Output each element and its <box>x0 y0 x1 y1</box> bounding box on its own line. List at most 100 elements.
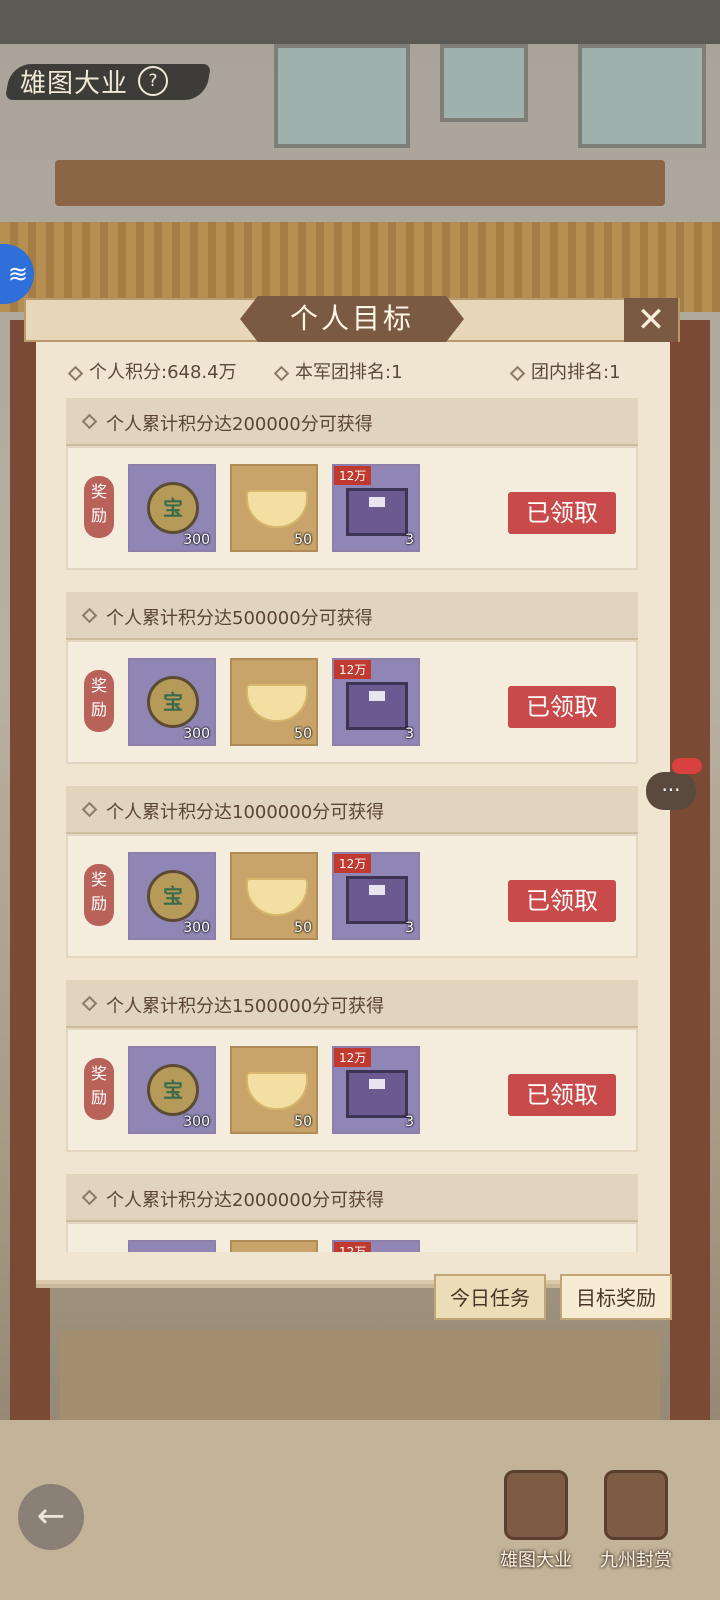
close-button[interactable]: ✕ <box>624 298 678 342</box>
chest-icon <box>346 1070 408 1118</box>
claimed-button[interactable]: 已领取 <box>508 492 616 534</box>
task-label: 个人累计积分达1500000分可获得 <box>106 996 385 1017</box>
notification-dot <box>672 758 702 774</box>
item-badge: 12万 <box>334 660 372 679</box>
task-header: 个人累计积分达500000分可获得 <box>66 592 638 640</box>
army-rank-text: 本军团排名:1 <box>295 362 403 383</box>
diamond-icon <box>67 365 84 381</box>
chest-icon <box>346 682 408 730</box>
reward-item[interactable]: 50 <box>230 852 318 940</box>
back-button[interactable]: ← <box>18 1484 84 1550</box>
nav-jiuzhou[interactable]: 九州封赏 <box>590 1470 682 1580</box>
task-body: 奖励宝 300 50 12万 3 已领取 <box>66 1028 638 1152</box>
diamond-icon <box>81 995 98 1012</box>
task-header: 个人累计积分达1500000分可获得 <box>66 980 638 1028</box>
task-row: 个人累计积分达1000000分可获得 奖励宝 300 50 12万 3 已领取 <box>66 786 638 960</box>
item-count: 50 <box>294 726 312 742</box>
task-row: 个人累计积分达2000000分可获得奖励宝12万 <box>66 1174 638 1252</box>
book-icon <box>504 1470 568 1540</box>
task-label: 个人累计积分达1000000分可获得 <box>106 802 385 823</box>
nav-xiongtu[interactable]: 雄图大业 <box>490 1470 582 1580</box>
page-title: 雄图大业 <box>20 68 129 99</box>
item-count: 3 <box>405 920 414 936</box>
reward-item[interactable]: 12万 3 <box>332 1046 420 1134</box>
chest-icon <box>346 488 408 536</box>
reward-item[interactable]: 12万 3 <box>332 658 420 746</box>
item-badge: 12万 <box>334 466 372 485</box>
task-row: 个人累计积分达1500000分可获得 奖励宝 300 50 12万 3 已领取 <box>66 980 638 1154</box>
coin-icon: 宝 <box>147 676 199 728</box>
item-count: 300 <box>183 1114 210 1130</box>
reward-icon <box>604 1470 668 1540</box>
reward-item[interactable]: 50 <box>230 658 318 746</box>
item-badge: 12万 <box>334 1048 372 1067</box>
reward-item[interactable]: 宝 300 <box>128 1046 216 1134</box>
task-body: 奖励宝12万 <box>66 1222 638 1252</box>
reward-item[interactable]: 50 <box>230 464 318 552</box>
item-count: 300 <box>183 920 210 936</box>
diamond-icon <box>81 1189 98 1206</box>
reward-item[interactable]: 12万 3 <box>332 464 420 552</box>
task-body: 奖励宝 300 50 12万 3 已领取 <box>66 834 638 958</box>
claimed-button[interactable]: 已领取 <box>508 880 616 922</box>
item-count: 300 <box>183 532 210 548</box>
gold-ingot-icon <box>246 878 308 916</box>
reward-item[interactable]: 宝 300 <box>128 852 216 940</box>
task-label: 个人累计积分达2000000分可获得 <box>106 1190 385 1211</box>
diamond-icon <box>81 801 98 818</box>
army-rank: 本军团排名:1 <box>273 358 403 384</box>
item-badge: 12万 <box>334 854 372 873</box>
chat-icon[interactable]: ··· <box>646 772 696 810</box>
tab-goal-rewards[interactable]: 目标奖励 <box>560 1274 672 1320</box>
item-count: 50 <box>294 1114 312 1130</box>
reward-item[interactable]: 50 <box>230 1046 318 1134</box>
task-list[interactable]: 个人累计积分达200000分可获得 奖励宝 300 50 12万 3 已领取 个人累计积分达5… <box>66 398 638 1252</box>
coin-icon: 宝 <box>147 1064 199 1116</box>
background-window <box>274 44 410 148</box>
item-count: 50 <box>294 532 312 548</box>
reward-item[interactable]: 宝 <box>128 1240 216 1252</box>
coin-icon: 宝 <box>147 870 199 922</box>
task-label: 个人累计积分达200000分可获得 <box>106 414 373 435</box>
reward-item[interactable] <box>230 1240 318 1252</box>
reward-item[interactable]: 宝 300 <box>128 464 216 552</box>
panel-title: 个人目标 <box>289 302 414 335</box>
task-row: 个人累计积分达200000分可获得奖励宝 300 50 12万 3 已领取 <box>66 398 638 572</box>
reward-item[interactable]: 宝 300 <box>128 658 216 746</box>
coin-icon: 宝 <box>147 482 199 534</box>
team-rank: 团内排名:1 <box>509 358 621 384</box>
reward-tag: 奖励 <box>84 476 114 538</box>
team-rank-text: 团内排名:1 <box>531 362 621 383</box>
diamond-icon <box>509 365 526 381</box>
diamond-icon <box>273 365 290 381</box>
background-window <box>578 44 706 148</box>
item-badge: 12万 <box>334 1242 372 1252</box>
stats-row: 个人积分:648.4万 本军团排名:1 团内排名:1 <box>66 358 646 388</box>
reward-item[interactable]: 12万 <box>332 1240 420 1252</box>
tab-today-tasks[interactable]: 今日任务 <box>434 1274 546 1320</box>
personal-score-text: 个人积分:648.4万 <box>89 362 237 383</box>
diamond-icon <box>81 607 98 624</box>
nav-label: 九州封赏 <box>600 1550 672 1571</box>
item-count: 3 <box>405 532 414 548</box>
background-window <box>440 44 528 122</box>
diamond-icon <box>81 413 98 430</box>
gold-ingot-icon <box>246 684 308 722</box>
help-icon[interactable]: ? <box>138 66 169 96</box>
reward-item[interactable]: 12万 3 <box>332 852 420 940</box>
claimed-button[interactable]: 已领取 <box>508 1074 616 1116</box>
claimed-button[interactable]: 已领取 <box>508 686 616 728</box>
personal-score: 个人积分:648.4万 <box>67 358 237 384</box>
task-body: 奖励宝 300 50 12万 3 已领取 <box>66 446 638 570</box>
gold-ingot-icon <box>246 490 308 528</box>
task-label: 个人累计积分达500000分可获得 <box>106 608 373 629</box>
item-count: 3 <box>405 726 414 742</box>
chest-icon <box>346 876 408 924</box>
item-count: 300 <box>183 726 210 742</box>
pillar <box>670 320 710 1450</box>
task-header: 个人累计积分达2000000分可获得 <box>66 1174 638 1222</box>
top-bar <box>0 0 720 44</box>
reward-tag: 奖励 <box>84 670 114 732</box>
gold-ingot-icon <box>246 1072 308 1110</box>
reward-tag: 奖励 <box>84 864 114 926</box>
